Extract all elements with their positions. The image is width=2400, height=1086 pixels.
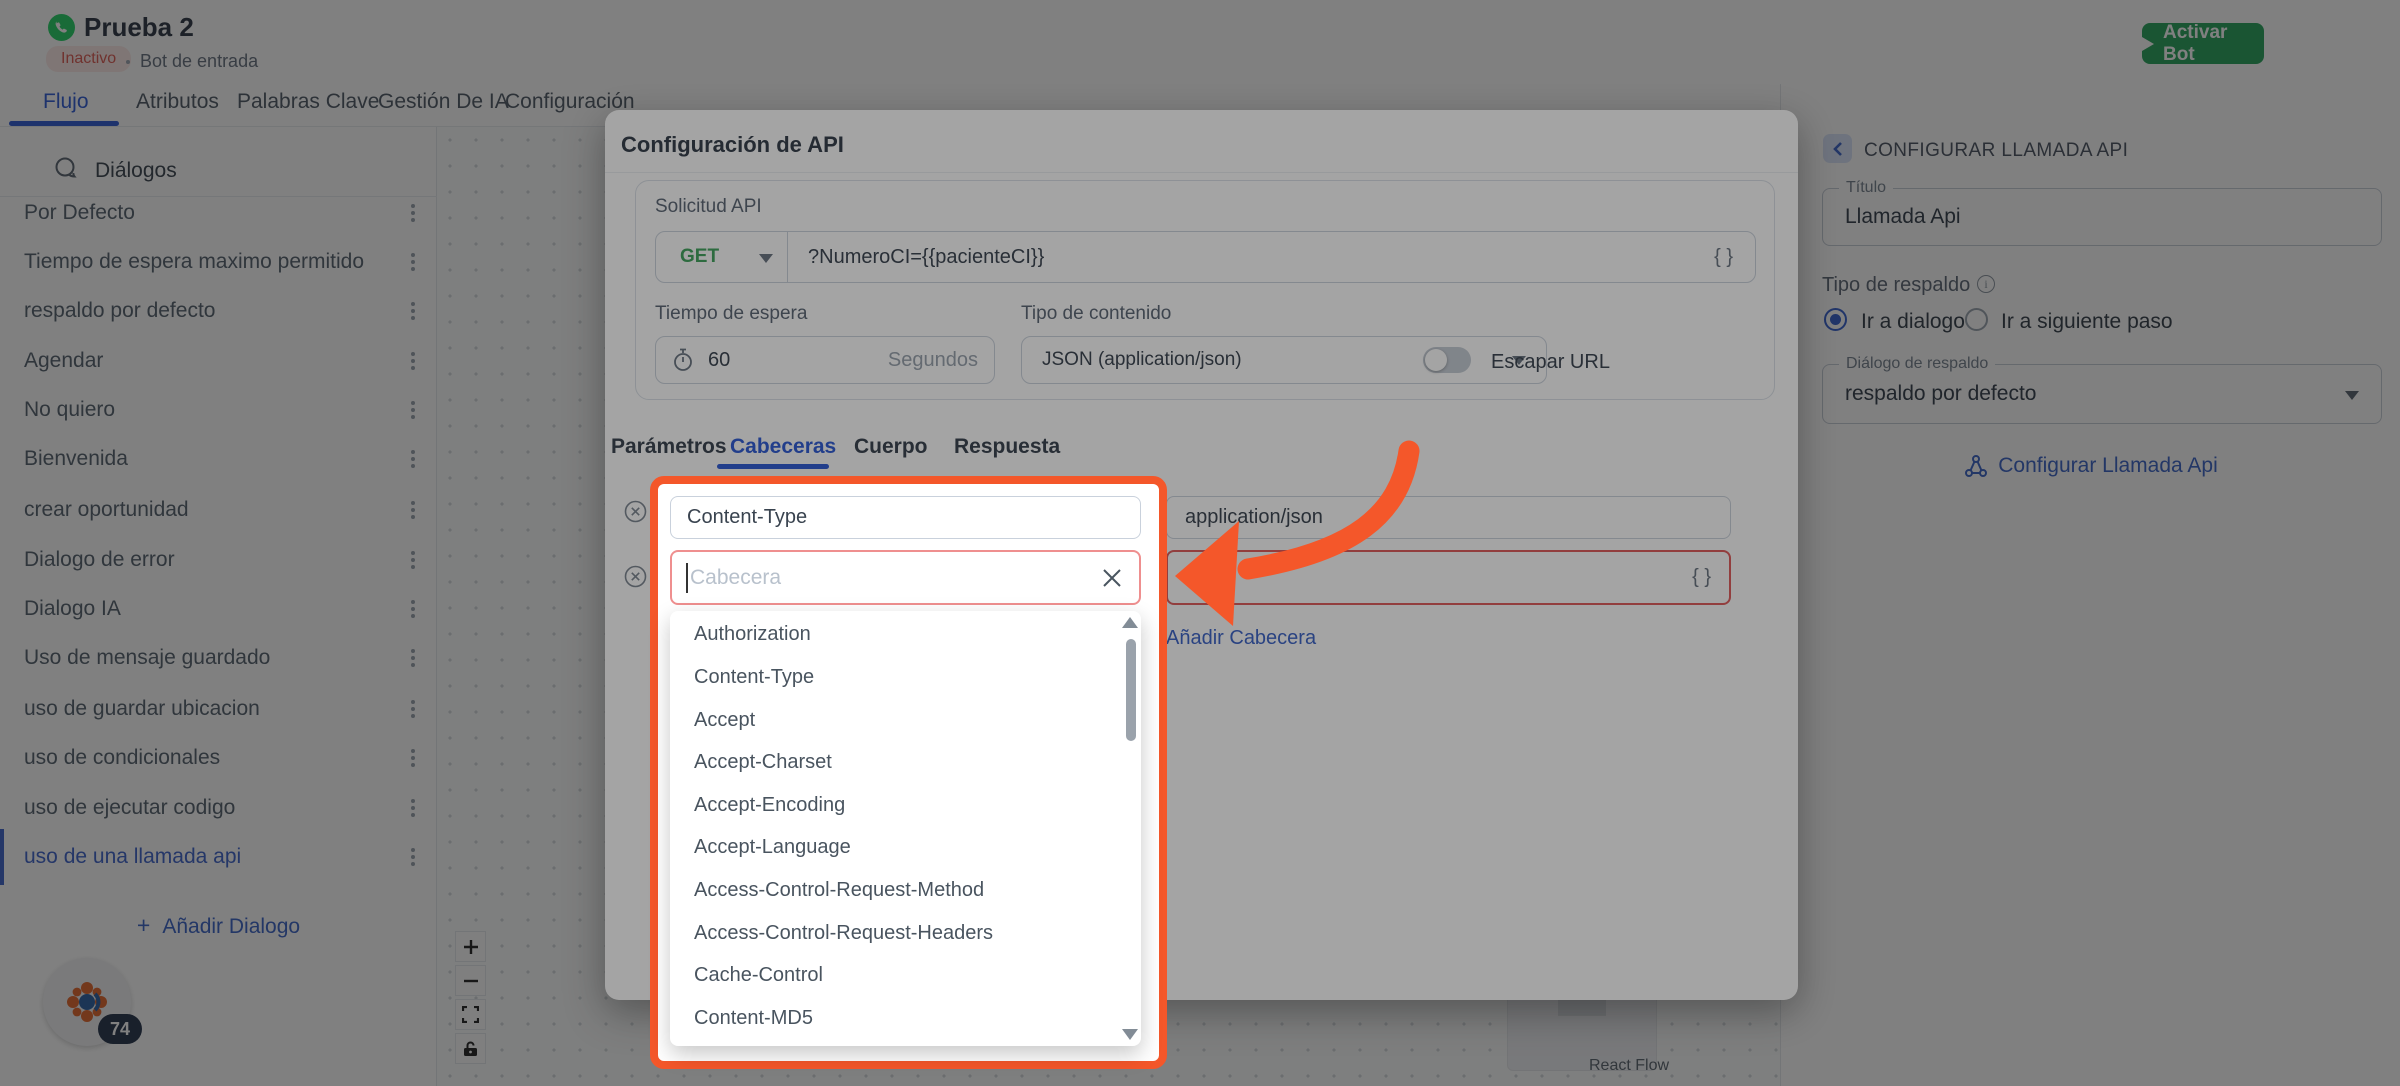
scroll-up-icon[interactable] <box>1122 617 1138 628</box>
suggestion-cache-control[interactable]: Cache-Control <box>670 954 1125 997</box>
dropdown-scrollbar[interactable] <box>1123 613 1139 1044</box>
app-root: Prueba 2 Inactivo Bot de entrada Flujo A… <box>0 0 2400 1086</box>
suggestion-content-type[interactable]: Content-Type <box>670 656 1125 699</box>
suggestion-accept-language[interactable]: Accept-Language <box>670 826 1125 869</box>
clear-input-icon[interactable] <box>1101 567 1123 589</box>
header-key-input-content-type[interactable]: Content-Type <box>670 496 1141 539</box>
scrollbar-thumb[interactable] <box>1126 639 1136 741</box>
suggestion-accept-charset[interactable]: Accept-Charset <box>670 741 1125 784</box>
header-key-placeholder: Cabecera <box>690 566 1101 590</box>
suggestion-acrh[interactable]: Access-Control-Request-Headers <box>670 912 1125 955</box>
suggestion-content-md5[interactable]: Content-MD5 <box>670 997 1125 1040</box>
suggestion-accept[interactable]: Accept <box>670 699 1125 742</box>
suggestion-accept-encoding[interactable]: Accept-Encoding <box>670 784 1125 827</box>
text-cursor <box>686 563 688 593</box>
scroll-down-icon[interactable] <box>1122 1029 1138 1040</box>
header-key-input-focused[interactable]: Cabecera <box>670 550 1141 605</box>
suggestion-acrm[interactable]: Access-Control-Request-Method <box>670 869 1125 912</box>
suggestion-authorization[interactable]: Authorization <box>670 613 1125 656</box>
tutorial-dim-overlay <box>0 0 2400 1086</box>
header-suggestions-dropdown: Authorization Content-Type Accept Accept… <box>670 611 1141 1046</box>
